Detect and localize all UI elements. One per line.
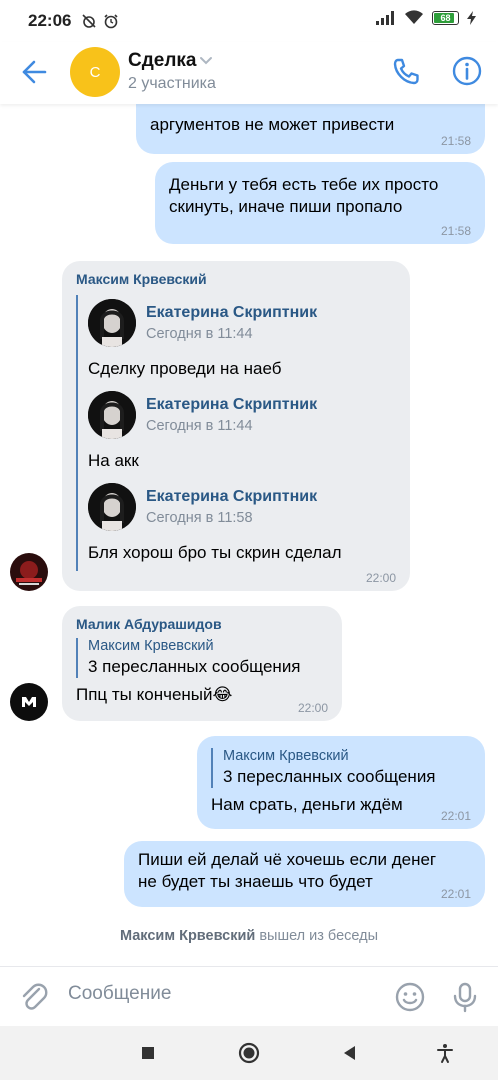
- message-composer: Сообщение: [0, 966, 498, 1026]
- nav-recents-icon[interactable]: [137, 1042, 159, 1064]
- message-author[interactable]: Максим Крвевский: [76, 271, 396, 287]
- message-text: Ппц ты конченый: [76, 685, 213, 704]
- microphone-icon[interactable]: [450, 981, 480, 1013]
- chat-avatar[interactable]: С: [70, 47, 120, 97]
- forwarded-author[interactable]: Екатерина Скриптник: [146, 488, 317, 506]
- message-outgoing[interactable]: Максим Крвевский 3 пересланных сообщения…: [197, 736, 485, 829]
- paperclip-icon[interactable]: [18, 981, 50, 1013]
- forwarded-date: Сегодня в 11:58: [146, 510, 253, 526]
- charging-icon: [467, 10, 476, 25]
- service-message: Максим Крвевский вышел из беседы: [0, 928, 498, 944]
- clock: 22:06: [28, 11, 72, 30]
- forwarded-header[interactable]: Екатерина Скриптник Сегодня в 11:44: [88, 387, 396, 443]
- forwarded-date: Сегодня в 11:44: [146, 326, 253, 342]
- message-text-line: скинуть, иначе пиши пропало: [169, 197, 403, 216]
- battery-level: 68: [440, 12, 451, 23]
- avatar[interactable]: [88, 299, 136, 347]
- back-arrow-icon[interactable]: [20, 58, 48, 86]
- chevron-down-icon[interactable]: [198, 55, 214, 67]
- forwarded-header[interactable]: Екатерина Скриптник Сегодня в 11:58: [88, 479, 396, 535]
- avatar[interactable]: [88, 483, 136, 531]
- avatar[interactable]: [10, 553, 48, 591]
- battery-icon: 68: [432, 10, 459, 25]
- message-incoming[interactable]: Малик Абдурашидов Максим Крвевский 3 пер…: [62, 606, 342, 721]
- chat-title[interactable]: Сделка: [128, 50, 197, 72]
- message-time: 22:00: [297, 701, 328, 715]
- signal-icon: [376, 10, 394, 25]
- nav-home-icon[interactable]: [238, 1042, 260, 1064]
- service-action: вышел из беседы: [259, 928, 379, 944]
- alarm-off-icon: [82, 14, 97, 28]
- alarm-icon: [104, 14, 119, 29]
- info-icon[interactable]: [451, 55, 483, 87]
- forwarded-header[interactable]: Екатерина Скриптник Сегодня в 11:44: [88, 295, 396, 351]
- message-time: 22:00: [365, 571, 396, 585]
- chat-members-count: 2 участника: [128, 75, 216, 92]
- forwarded-text: Бля хорош бро ты скрин сделал: [88, 543, 342, 562]
- emoji-tears-of-joy-icon: 😂: [212, 685, 233, 704]
- avatar[interactable]: [10, 683, 48, 721]
- message-list[interactable]: аргументов не может привести 21:58 Деньг…: [0, 104, 498, 966]
- reply-quote[interactable]: Максим Крвевский 3 пересланных сообщения: [76, 638, 328, 678]
- message-incoming[interactable]: Максим Крвевский Екатерина Скриптник Сег…: [62, 261, 410, 591]
- forwarded-author[interactable]: Екатерина Скриптник: [146, 396, 317, 414]
- forwarded-author[interactable]: Екатерина Скриптник: [146, 304, 317, 322]
- message-text-line: не будет ты знаешь что будет: [138, 872, 373, 891]
- message-text: Нам срать, деньги ждём: [211, 795, 403, 814]
- message-author[interactable]: Малик Абдурашидов: [76, 616, 328, 632]
- chat-header: С Сделка 2 участника: [0, 42, 498, 104]
- message-text-line: Пиши ей делай чё хочешь если денег: [138, 850, 437, 869]
- phone-icon[interactable]: [390, 56, 422, 88]
- reply-author: Максим Крвевский: [223, 748, 349, 764]
- emoji-icon[interactable]: [394, 981, 426, 1013]
- status-bar: 22:06 68: [0, 0, 498, 42]
- system-navigation-bar: [0, 1026, 498, 1080]
- avatar[interactable]: [88, 391, 136, 439]
- reply-text: 3 пересланных сообщения: [88, 657, 301, 676]
- reply-author: Максим Крвевский: [88, 638, 214, 654]
- message-time: 22:01: [440, 809, 471, 823]
- wifi-icon: [405, 10, 423, 24]
- message-outgoing[interactable]: Деньги у тебя есть тебе их просто скинут…: [155, 162, 485, 244]
- message-text-line: Деньги у тебя есть тебе их просто: [169, 175, 439, 194]
- message-outgoing[interactable]: Пиши ей делай чё хочешь если денег не бу…: [124, 841, 485, 907]
- reply-text: 3 пересланных сообщения: [223, 767, 436, 786]
- forwarded-text: На акк: [88, 451, 139, 470]
- forwarded-date: Сегодня в 11:44: [146, 418, 253, 434]
- reply-quote[interactable]: Максим Крвевский 3 пересланных сообщения: [211, 748, 471, 788]
- message-input[interactable]: Сообщение: [68, 983, 171, 1005]
- message-outgoing[interactable]: аргументов не может привести 21:58: [136, 104, 485, 154]
- forwarded-messages[interactable]: Екатерина Скриптник Сегодня в 11:44 Сдел…: [76, 295, 396, 571]
- accessibility-icon[interactable]: [434, 1042, 456, 1064]
- message-time: 21:58: [440, 134, 471, 148]
- message-text: аргументов не может привести: [150, 115, 395, 134]
- message-time: 22:01: [440, 887, 471, 901]
- service-actor[interactable]: Максим Крвевский: [120, 928, 255, 944]
- nav-back-icon[interactable]: [339, 1042, 361, 1064]
- forwarded-text: Сделку проведи на наеб: [88, 359, 282, 378]
- message-time: 21:58: [440, 224, 471, 238]
